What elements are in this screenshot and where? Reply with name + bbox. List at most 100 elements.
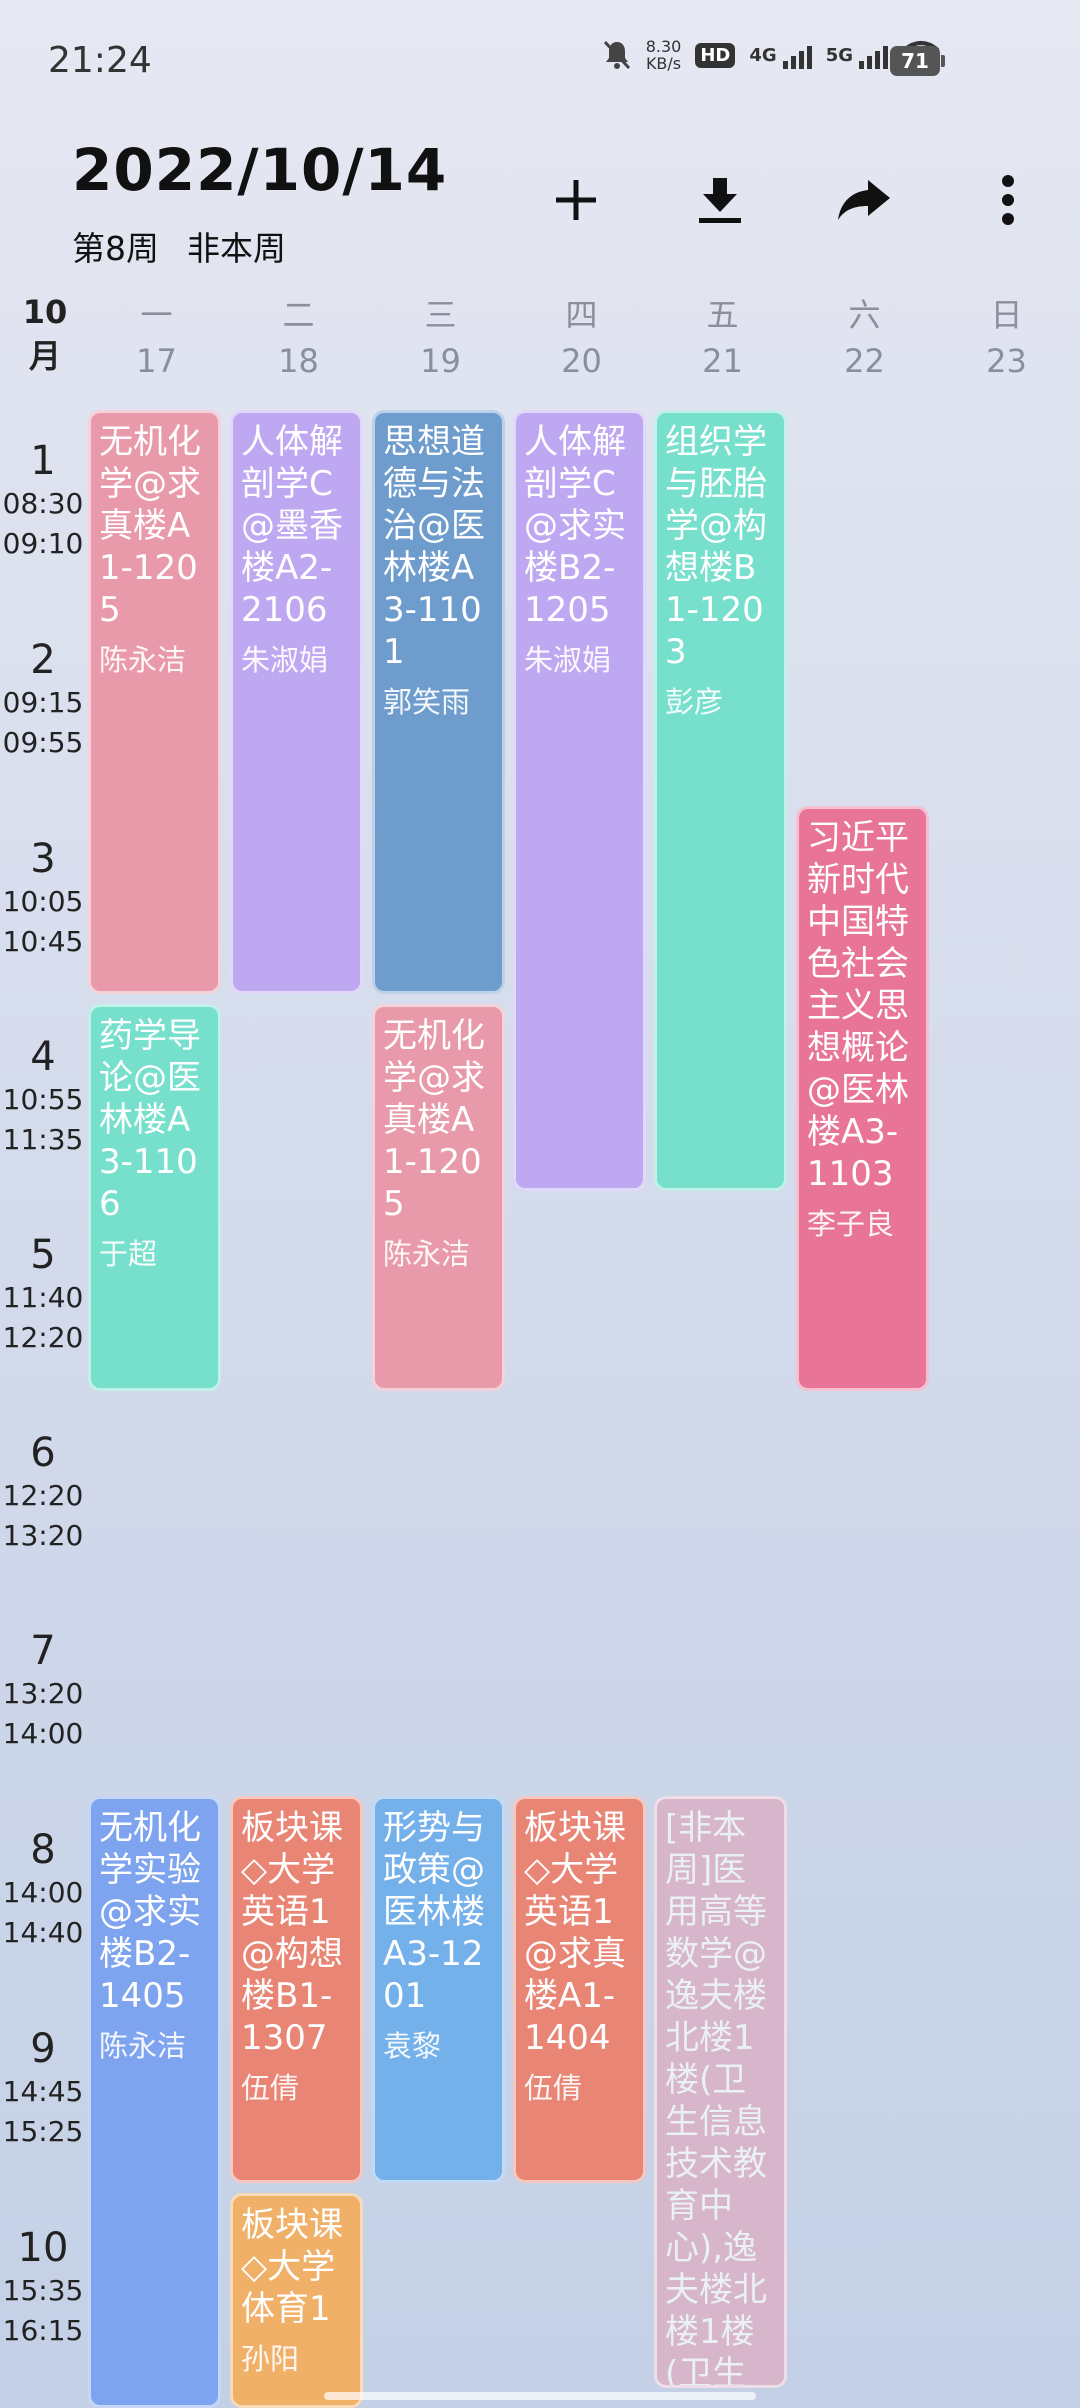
period-num: 10 <box>17 2225 69 2271</box>
course-name: 板块课◇大学英语1@构想楼B1-1307 <box>241 1808 343 2058</box>
period-num: 5 <box>30 1232 56 1278</box>
course-teacher: 伍倩 <box>241 2071 300 2105</box>
course-teacher: 陈永洁 <box>99 2029 187 2063</box>
period-label: 8 14:00 14:40 <box>0 1827 86 1953</box>
period-start: 13:20 <box>2 1677 84 1710</box>
course-card[interactable]: 组织学与胚胎学@构想楼B1-1203 彭彦 <box>654 410 787 1191</box>
course-teacher: 陈永洁 <box>99 643 187 677</box>
share-button[interactable] <box>824 160 904 240</box>
day-header: 六 22 <box>794 292 935 384</box>
course-card[interactable]: 人体解剖学C@墨香楼A2-2106 朱淑娟 <box>230 410 363 994</box>
mute-bell-icon <box>603 40 630 70</box>
period-num: 6 <box>30 1430 56 1476</box>
course-name: 板块课◇大学体育1 <box>241 2205 343 2329</box>
course-card[interactable]: [非本周]医用高等数学@逸夫楼北楼1楼(卫生信息技术教育中心),逸夫楼北楼1楼(… <box>654 1796 787 2388</box>
course-name: 无机化学实验@求实楼B2-1405 <box>99 1808 201 2016</box>
period-end: 15:25 <box>2 2115 84 2148</box>
period-label: 5 11:40 12:20 <box>0 1232 86 1358</box>
week-info[interactable]: 第8周 非本周 <box>72 222 314 270</box>
add-icon <box>556 180 596 220</box>
hd-badge: HD <box>695 42 736 68</box>
period-end: 10:45 <box>2 925 84 958</box>
period-num: 3 <box>30 836 56 882</box>
day-header: 五 21 <box>652 292 793 384</box>
period-label: 4 10:55 11:35 <box>0 1034 86 1160</box>
period-num: 1 <box>30 438 56 484</box>
status-time: 21:24 <box>48 40 152 81</box>
period-end: 13:20 <box>2 1519 84 1552</box>
period-start: 15:35 <box>2 2274 84 2307</box>
download-icon <box>699 178 741 223</box>
course-card[interactable]: 无机化学@求真楼A1-1205 陈永洁 <box>88 410 221 994</box>
day-date: 18 <box>278 342 319 380</box>
course-name: 无机化学@求真楼A1-1205 <box>99 422 201 630</box>
course-name: 板块课◇大学英语1@求真楼A1-1404 <box>524 1808 626 2058</box>
period-start: 12:20 <box>2 1479 84 1512</box>
course-name: 组织学与胚胎学@构想楼B1-1203 <box>665 422 767 672</box>
period-start: 09:15 <box>2 686 84 719</box>
course-card[interactable]: 习近平新时代中国特色社会主义思想概论@医林楼A3-1103 李子良 <box>796 806 929 1391</box>
battery-icon: 71 <box>890 46 945 76</box>
course-card[interactable]: 形势与政策@医林楼A3-1201 袁黎 <box>372 1796 505 2183</box>
period-label: 1 08:30 09:10 <box>0 438 86 564</box>
day-date: 19 <box>420 342 461 380</box>
signal-2-icon <box>859 41 888 69</box>
more-options-button[interactable] <box>968 160 1048 240</box>
day-name: 日 <box>990 296 1023 334</box>
period-start: 11:40 <box>2 1281 84 1314</box>
week-number: 第8周 <box>72 229 159 268</box>
course-teacher: 郭笑雨 <box>383 685 471 719</box>
day-name: 三 <box>424 296 457 334</box>
net-speed: 8.30 KB/s <box>646 38 682 72</box>
status-bar: 21:24 8.30 KB/s HD 4G 5G 71 <box>0 0 1080 120</box>
day-date: 23 <box>986 342 1027 380</box>
day-header: 二 18 <box>228 292 369 384</box>
course-teacher: 李子良 <box>807 1207 895 1241</box>
day-name: 二 <box>282 296 315 334</box>
month-label: 10 月 <box>22 290 68 378</box>
day-name: 五 <box>706 296 739 334</box>
period-num: 7 <box>30 1628 56 1674</box>
course-teacher: 彭彦 <box>665 685 724 719</box>
course-teacher: 伍倩 <box>524 2071 583 2105</box>
course-card[interactable]: 板块课◇大学英语1@构想楼B1-1307 伍倩 <box>230 1796 363 2183</box>
course-name: [非本周]医用高等数学@逸夫楼北楼1楼(卫生信息技术教育中心),逸夫楼北楼1楼(… <box>665 1808 767 2388</box>
day-name: 一 <box>140 296 173 334</box>
period-num: 2 <box>30 637 56 683</box>
period-label: 10 15:35 16:15 <box>0 2225 86 2351</box>
period-end: 12:20 <box>2 1321 84 1354</box>
course-card[interactable]: 板块课◇大学体育1 孙阳 <box>230 2193 363 2408</box>
day-date: 22 <box>844 342 885 380</box>
home-indicator[interactable] <box>324 2392 756 2400</box>
period-label: 9 14:45 15:25 <box>0 2026 86 2152</box>
period-start: 14:45 <box>2 2075 84 2108</box>
day-header: 日 23 <box>936 292 1077 384</box>
course-teacher: 孙阳 <box>241 2342 300 2376</box>
course-card[interactable]: 无机化学实验@求实楼B2-1405 陈永洁 <box>88 1796 221 2408</box>
course-card[interactable]: 药学导论@医林楼A3-1106 于超 <box>88 1004 221 1391</box>
day-header: 四 20 <box>511 292 652 384</box>
course-name: 人体解剖学C@墨香楼A2-2106 <box>241 422 343 630</box>
period-label: 3 10:05 10:45 <box>0 836 86 962</box>
add-button[interactable] <box>536 160 616 240</box>
day-date: 20 <box>561 342 602 380</box>
course-teacher: 陈永洁 <box>383 1237 471 1271</box>
day-name: 四 <box>565 296 598 334</box>
course-card[interactable]: 板块课◇大学英语1@求真楼A1-1404 伍倩 <box>513 1796 646 2183</box>
period-start: 08:30 <box>2 487 84 520</box>
course-card[interactable]: 人体解剖学C@求实楼B2-1205 朱淑娟 <box>513 410 646 1191</box>
course-card[interactable]: 无机化学@求真楼A1-1205 陈永洁 <box>372 1004 505 1391</box>
period-end: 14:00 <box>2 1717 84 1750</box>
download-button[interactable] <box>680 160 760 240</box>
course-name: 人体解剖学C@求实楼B2-1205 <box>524 422 626 630</box>
course-teacher: 朱淑娟 <box>241 643 329 677</box>
period-label: 7 13:20 14:00 <box>0 1628 86 1754</box>
course-teacher: 袁黎 <box>383 2029 442 2063</box>
course-name: 形势与政策@医林楼A3-1201 <box>383 1808 485 2016</box>
period-start: 14:00 <box>2 1876 84 1909</box>
page-title-date[interactable]: 2022/10/14 <box>72 136 447 204</box>
month-number: 10 <box>22 293 68 331</box>
course-card[interactable]: 思想道德与法治@医林楼A3-1101 郭笑雨 <box>372 410 505 994</box>
period-end: 09:55 <box>2 726 84 759</box>
day-date: 17 <box>136 342 177 380</box>
